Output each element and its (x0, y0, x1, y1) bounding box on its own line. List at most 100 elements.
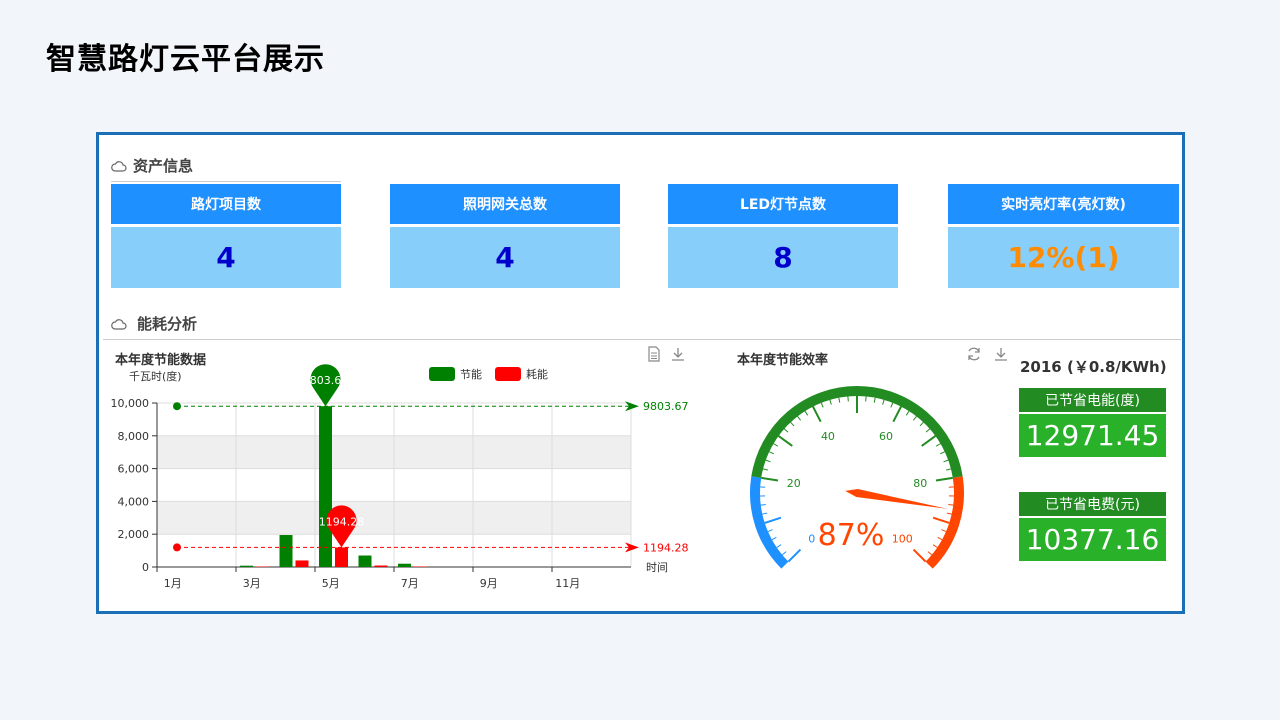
y-tick-label: 0 (142, 561, 149, 574)
legend-label: 节能 (460, 367, 482, 381)
bar (240, 565, 253, 567)
slide-title: 智慧路灯云平台展示 (46, 42, 325, 77)
markline-label: 9803.67 (643, 400, 689, 413)
download-icon[interactable] (993, 346, 1009, 366)
gauge-tick (912, 416, 917, 421)
gauge-tick (820, 402, 824, 408)
max-pin-label: 803.6 (310, 374, 342, 387)
gauge-tick (940, 451, 945, 455)
card-label: 路灯项目数 (111, 184, 341, 224)
card-label: 实时亮灯率(亮灯数) (948, 184, 1179, 224)
gauge-tick-label: 0 (808, 532, 815, 545)
y-tick-label: 8,000 (118, 430, 150, 443)
energy-section-title: 能耗分析 (137, 315, 198, 333)
saved-energy-value: 12971.45 (1019, 414, 1166, 457)
card-value: 4 (111, 227, 341, 288)
gauge-tick (912, 548, 927, 563)
bar (398, 563, 411, 567)
bar (319, 406, 332, 567)
gauge-tick (925, 428, 931, 433)
card-label: LED灯节点数 (668, 184, 898, 224)
gauge-tick (776, 544, 782, 548)
gauge-tick (781, 551, 787, 556)
gauge-tick (935, 443, 941, 447)
saved-cost-value: 10377.16 (1019, 518, 1166, 561)
gauge-tick (762, 512, 768, 515)
saved-energy-label: 已节省电能(度) (1019, 388, 1166, 412)
gauge-tick (764, 516, 782, 524)
gauge-tick (761, 476, 779, 482)
cloud-icon (111, 160, 127, 172)
legend-label: 耗能 (526, 367, 548, 381)
gauge-tick (948, 504, 954, 506)
gauge-tick (943, 459, 949, 463)
asset-section-title: 资产信息 (133, 157, 194, 175)
y-tick-label: 10,000 (111, 397, 150, 410)
gauge-value-label: 87% (818, 518, 885, 553)
gauge-tick-label: 60 (879, 430, 893, 443)
gauge-tick (873, 397, 876, 403)
gauge-tick (946, 512, 952, 515)
gauge-tick (812, 406, 822, 423)
bar-chart: 0 2,000 4,000 6,000 8,000 10,000 1月 3月 5月 7月 9月 11月… (111, 364, 689, 590)
max-pin-label: 1194.28 (319, 515, 365, 528)
gauge-title: 本年度节能效率 (737, 353, 829, 368)
gauge-tick (829, 399, 832, 405)
gauge-tick (932, 544, 938, 548)
gauge-tick (941, 529, 947, 532)
gauge-tick (890, 402, 894, 408)
x-tick-label: 1月 (164, 577, 182, 590)
gauge-tick (777, 435, 793, 447)
gauge-tick (762, 468, 769, 471)
y-tick-label: 4,000 (118, 495, 150, 508)
gauge-tick (935, 476, 953, 482)
gauge-tick-label: 40 (821, 430, 835, 443)
card-value: 8 (668, 227, 898, 288)
card-label: 照明网关总数 (390, 184, 620, 224)
gauge-tick (797, 416, 802, 421)
y-tick-label: 2,000 (118, 528, 150, 541)
gauge-tick (773, 443, 779, 447)
x-tick-label: 3月 (243, 577, 261, 590)
saved-cost-label: 已节省电费(元) (1019, 492, 1166, 516)
gauge-tick (804, 410, 809, 416)
gauge-tick (892, 406, 902, 423)
gauge-tick (769, 451, 774, 455)
asset-section-divider (111, 181, 341, 182)
energy-section-divider (103, 339, 1181, 340)
gauge-tick (945, 468, 952, 471)
gauge-tick (771, 536, 777, 541)
gauge-tick (790, 421, 795, 427)
gauge-tick (919, 421, 924, 427)
year-price-label: 2016 (￥0.8/KWh) (1020, 358, 1167, 376)
x-tick-label: 9月 (480, 577, 498, 590)
gauge-tick (905, 410, 910, 416)
markline-label: 1194.28 (643, 541, 689, 554)
refresh-icon[interactable] (966, 346, 982, 366)
bar (374, 565, 388, 567)
gauge-tick (783, 428, 789, 433)
gauge-tick (760, 504, 766, 506)
gauge-tick (767, 529, 773, 532)
card-value: 12%(1) (948, 227, 1179, 288)
card-led-node-count: LED灯节点数 8 (668, 184, 898, 288)
asset-section-header: 资产信息 (111, 155, 193, 176)
y-tick-label: 6,000 (118, 463, 150, 476)
gauge-tick-label: 20 (787, 477, 801, 490)
y-axis-label: 千瓦时(度) (129, 369, 182, 383)
gauge-tick (921, 435, 937, 447)
bar (335, 547, 348, 567)
gauge-tick (882, 399, 885, 405)
gauge-tick-label: 100 (892, 532, 913, 545)
cloud-icon (111, 318, 127, 330)
x-tick-label: 7月 (401, 577, 419, 590)
gauge-chart: 0 20 40 60 80 100 87% (750, 386, 964, 569)
x-axis-label: 时间 (646, 561, 668, 574)
legend-swatch (429, 367, 455, 381)
x-tick-label: 11月 (555, 577, 580, 590)
gauge-tick (927, 551, 933, 556)
gauge-tick (932, 516, 950, 524)
legend-swatch (495, 367, 521, 381)
card-light-rate: 实时亮灯率(亮灯数) 12%(1) (948, 184, 1179, 288)
gauge-tick (765, 459, 771, 463)
